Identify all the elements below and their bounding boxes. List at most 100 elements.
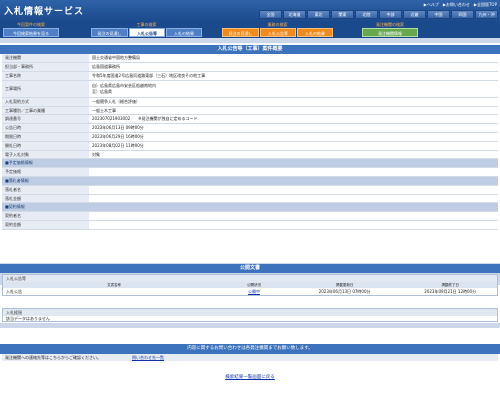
public-docs-title: 公開文書 [0,264,500,273]
inquiry-list-link[interactable]: 問い合わせ先一覧 [132,354,164,361]
nav-underline [0,38,500,43]
page-title: 入札公告等（工事）案件概要 [0,45,500,54]
detail-label: 工事種別／工事の業種 [2,106,89,116]
nav-group-current: 今回案件の検索 今回検索結果を見る [3,22,59,38]
national-top-link[interactable]: ▶全国版TOP [474,2,497,8]
detail-row: 工事場所 自）広島県広島市安芸区船越南地内 至）広島県 [2,80,498,98]
back-to-results: 検索結果一覧画面に戻る [0,374,500,380]
region-tabs: 全国 北海道 東北 関東 北陸 中部 近畿 中国 四国 九州・沖 [259,10,498,19]
region-tab-tohoku[interactable]: 東北 [307,10,330,19]
back-to-results-link[interactable]: 検索結果一覧画面に戻る [225,375,275,380]
detail-label: 入札契約方式 [2,97,89,107]
detail-row: 工事種別／工事の業種 一般土木工事 [2,106,498,116]
detail-value: 対象 [89,150,498,160]
tab-services-notices[interactable]: 入札公告等 [260,28,296,37]
nav-group-construction: 工事の検索 発注の見通し 入札公告等 入札の結果 [91,22,202,38]
detail-label: 予定価格 [2,167,89,178]
region-tab-national[interactable]: 全国 [259,10,282,19]
doc-end: 2023年09月21日 12時00分 [424,289,477,294]
inquiry-label: 発注機関への連絡先等はこちらからご確認ください。 [5,355,101,360]
detail-row: 開札日時 2023年08月02日 11時00分 [2,141,498,151]
site-logo[interactable]: 入札情報サービス [4,4,84,17]
detail-row: ■落札者情報 [2,176,498,186]
detail-value [89,220,498,230]
detail-value: 令和5年度国道2号広島呉道路東部（三石）地区改良その他工事 [89,71,498,81]
detail-label: 担当部・事務所 [2,62,89,73]
doc-status-link[interactable]: 公開中 [248,289,260,294]
detail-label: ■落札者情報 [2,176,89,186]
detail-value: 自）広島県広島市安芸区船越南地内 至）広島県 [89,80,498,98]
detail-value [89,167,498,178]
header: 入札情報サービス ▶ヘルプ ▶お問い合わせ ▶全国版TOP 全国 北海道 東北 … [0,0,500,22]
nav-group-construction-heading: 工事の検索 [136,22,157,27]
tab-current-results[interactable]: 今回検索結果を見る [3,28,59,37]
detail-value: 2023年06月29日 16時00分 [89,132,498,142]
region-tab-chugoku[interactable]: 中国 [427,10,450,19]
detail-label: 電子入札対象 [2,150,89,160]
detail-row: 期限日時 2023年06月29日 16時00分 [2,132,498,142]
tab-services-outlook[interactable]: 発注の見通し [222,28,259,37]
region-tab-chubu[interactable]: 中部 [379,10,402,19]
detail-row: 契約金額 [2,220,498,230]
detail-value: 一般土木工事 [89,106,498,116]
public-docs-box-title: 入札公告等 [3,275,497,282]
bid-results-title: 入札経過 [3,309,497,316]
nav-group-services-heading: 業務の検索 [267,22,288,27]
region-tab-hokuriku[interactable]: 北陸 [355,10,378,19]
detail-label: 契約金額 [2,220,89,230]
public-docs-box: 入札公告等 文書名称 公開状況 掲載更新日 掲載終了日 入札公告 公開中 202… [2,274,498,296]
detail-label: 期限日時 [2,132,89,142]
detail-row: 落札者名 [2,185,498,195]
detail-row: 担当部・事務所 広島国道事務所 [2,62,498,73]
detail-value: 202307021903002 ※発注機関が独自に定めるコード [89,114,498,125]
tab-agency-info[interactable]: 発注機関情報 [362,28,418,37]
detail-label: ■契約情報 [2,202,89,213]
detail-label: 調達番号 [2,114,89,125]
detail-row: 契約者名 [2,211,498,222]
detail-row: 予定価格 [2,167,498,178]
tab-construction-results[interactable]: 入札の結果 [166,28,202,37]
region-tab-hokkaido[interactable]: 北海道 [283,10,306,19]
contact-link[interactable]: ▶お問い合わせ [443,2,470,8]
detail-row: 入札契約方式 一般競争入札（総合評価） [2,97,498,107]
main-nav: 今回案件の検索 今回検索結果を見る 工事の検索 発注の見通し 入札公告等 入札の… [0,22,500,38]
detail-value: 2023年06月13日 09時00分 [89,123,498,134]
inquiry-row: 発注機関への連絡先等はこちらからご確認ください。 問い合わせ先一覧 [2,354,498,361]
help-link[interactable]: ▶ヘルプ [424,2,439,8]
detail-label: ■予定価格情報 [2,158,89,169]
detail-label: 工事名称 [2,71,89,81]
doc-updated: 2023年06月13日 07時00分 [318,289,371,294]
detail-row: 調達番号 202307021903002 ※発注機関が独自に定めるコード [2,114,498,125]
detail-value: 一般競争入札（総合評価） [89,97,498,107]
detail-value [89,176,498,186]
detail-value: 2023年08月02日 11時00分 [89,141,498,151]
detail-row: ■予定価格情報 [2,158,498,169]
detail-row: 公告日時 2023年06月13日 09時00分 [2,123,498,134]
bid-results-box: 入札経過 該当データはありません [2,308,498,322]
detail-label: 公告日時 [2,123,89,134]
section-spacer [0,323,500,328]
region-tab-shikoku[interactable]: 四国 [451,10,474,19]
detail-row: ■契約情報 [2,202,498,213]
detail-value [89,194,498,204]
case-detail-table: 発注機関 国土交通省中国地方整備局 担当部・事務所 広島国道事務所 工事名称 令和5年度国… [2,54,498,230]
inquiry-bar: 内容に関するお問い合わせは各発注機関までお願い致します。 [0,344,500,354]
tab-construction-outlook[interactable]: 発注の見通し [91,28,128,37]
tab-construction-notices[interactable]: 入札公告等 [129,28,165,37]
detail-value [89,211,498,222]
detail-value [89,202,498,213]
doc-name: 入札公告 [6,289,22,294]
detail-row: 落札金額 [2,194,498,204]
nav-group-agency: 発注機関の検索 発注機関情報 [362,22,418,38]
region-tab-kyushu[interactable]: 九州・沖 [475,10,498,19]
detail-label: 工事場所 [2,80,89,98]
detail-value [89,158,498,169]
nav-group-agency-heading: 発注機関の検索 [376,22,404,27]
region-tab-kanto[interactable]: 関東 [331,10,354,19]
tab-services-results[interactable]: 入札の結果 [297,28,333,37]
detail-value: 国土交通省中国地方整備局 [89,54,498,64]
detail-label: 発注機関 [2,54,89,64]
region-tab-kinki[interactable]: 近畿 [403,10,426,19]
detail-label: 開札日時 [2,141,89,151]
detail-value [89,185,498,195]
